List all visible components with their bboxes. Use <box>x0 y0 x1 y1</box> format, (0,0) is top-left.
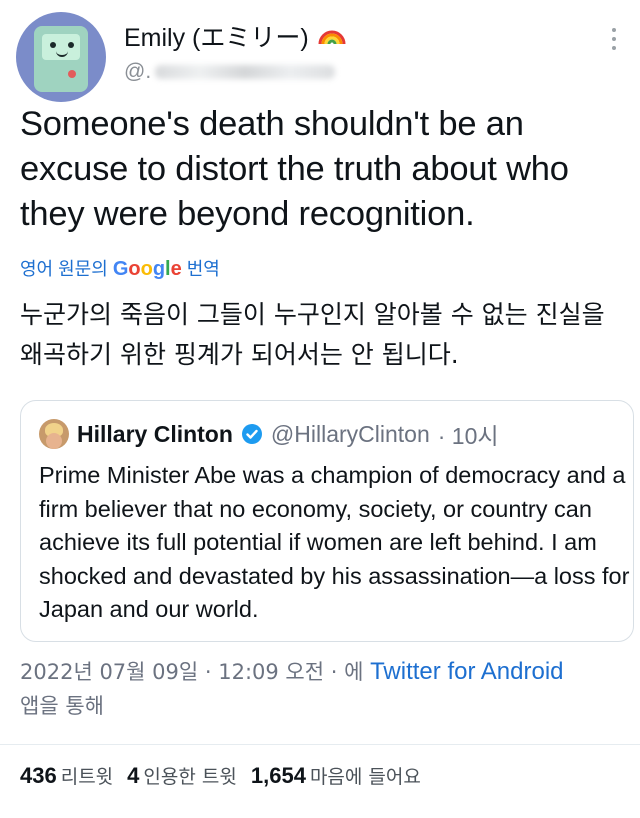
translate-link[interactable]: 영어 원문의 Google 번역 <box>20 255 220 281</box>
bmo-button <box>68 70 76 78</box>
author-name-row: Emily (エミリー) <box>124 18 347 54</box>
bmo-eye-right <box>68 42 74 48</box>
author-handle[interactable]: @. <box>124 60 336 84</box>
translate-prefix: 영어 원문의 <box>20 259 108 279</box>
quoted-tweet-text: Prime Minister Abe was a champion of dem… <box>39 462 630 622</box>
stat-quote-tweets[interactable]: 4 인용한 트윗 <box>127 762 237 789</box>
quoted-tweet-card[interactable]: Hillary Clinton @HillaryClinton · 10시 Pr… <box>20 400 634 642</box>
quoted-author-handle: @HillaryClinton <box>270 420 430 447</box>
translate-suffix: 번역 <box>186 259 220 279</box>
quoted-author-avatar <box>39 419 69 449</box>
tweet-timestamp: 2022년 07월 09일 · 12:09 오전 · 에 Twitter for… <box>20 655 630 723</box>
source-suffix: 앱을 통해 <box>20 694 104 718</box>
google-logo-text: Google <box>112 258 182 280</box>
author-handle-text: @. <box>124 60 152 83</box>
verified-badge-icon <box>241 424 262 444</box>
quoted-tweet-time: · 10시 <box>437 423 499 449</box>
more-options-icon[interactable] <box>612 28 618 50</box>
source-link[interactable]: Twitter for Android <box>370 658 563 685</box>
rainbow-icon <box>318 30 346 45</box>
tweet-text: Someone's death shouldn't be an excuse t… <box>20 105 569 233</box>
quoted-author-name: Hillary Clinton <box>77 420 233 447</box>
engagement-stats: 436 리트윗 4 인용한 트윗 1,654 마음에 들어요 <box>20 762 421 789</box>
timestamp-text: 2022년 07월 09일 · 12:09 오전 · 에 <box>20 660 364 684</box>
stat-likes[interactable]: 1,654 마음에 들어요 <box>251 762 421 789</box>
bmo-eye-left <box>50 42 56 48</box>
avatar[interactable] <box>16 12 106 102</box>
translated-text: 누군가의 죽음이 그들이 누구인지 알아볼 수 없는 진실을 왜곡하기 위한 핑… <box>20 300 605 369</box>
quoted-tweet-header: Hillary Clinton @HillaryClinton · 10시 <box>39 417 499 451</box>
handle-redaction-blur <box>155 65 336 80</box>
author-display-name[interactable]: Emily (エミリー) <box>124 18 309 54</box>
divider <box>0 744 640 745</box>
stat-retweets[interactable]: 436 리트윗 <box>20 762 113 789</box>
